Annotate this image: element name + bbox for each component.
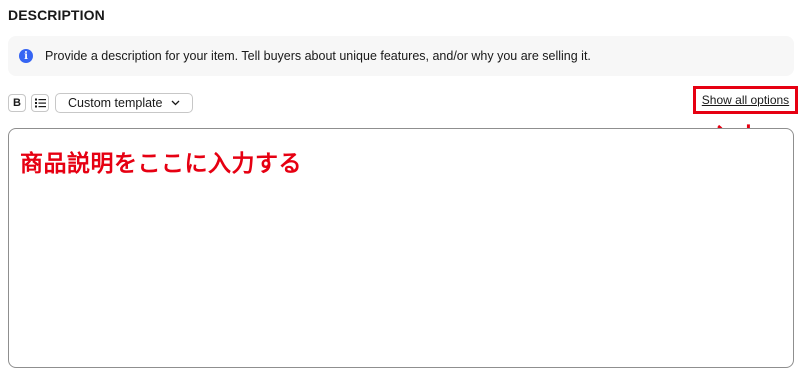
editor-toolbar: B Custom template xyxy=(8,93,194,113)
show-all-options-link[interactable]: Show all options xyxy=(702,93,789,107)
info-icon: i xyxy=(19,49,33,63)
template-select[interactable]: Custom template xyxy=(55,93,194,113)
show-all-options-highlight: Show all options xyxy=(693,86,798,114)
editor-hint-annotation: 商品説明をここに入力する xyxy=(20,150,302,176)
section-title: DESCRIPTION xyxy=(8,7,105,23)
bold-button[interactable]: B xyxy=(8,94,26,112)
chevron-down-icon xyxy=(172,100,180,106)
info-banner: i Provide a description for your item. T… xyxy=(8,36,794,76)
info-banner-text: Provide a description for your item. Tel… xyxy=(45,49,591,63)
bulleted-list-icon xyxy=(34,98,46,108)
bold-icon: B xyxy=(13,97,21,109)
template-select-value: Custom template xyxy=(68,96,163,110)
bulleted-list-button[interactable] xyxy=(31,94,49,112)
